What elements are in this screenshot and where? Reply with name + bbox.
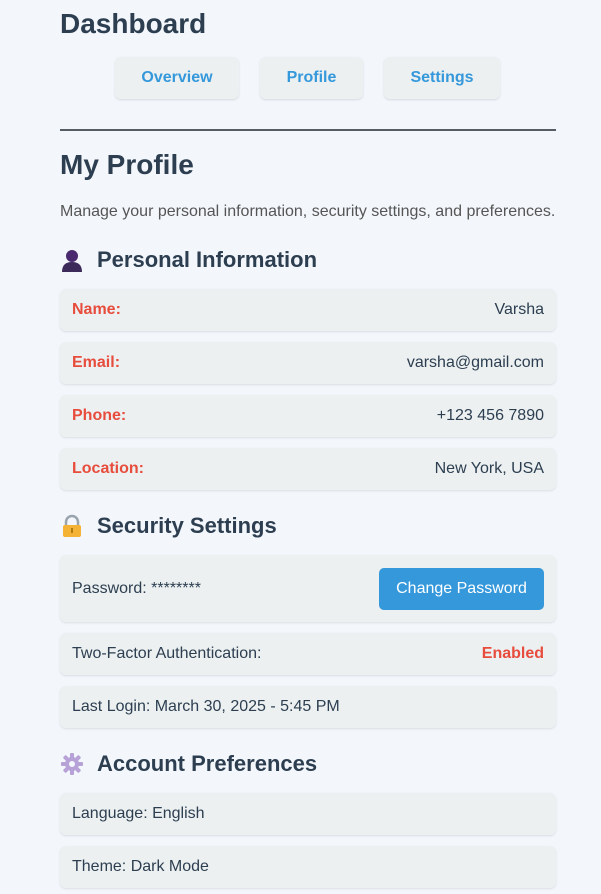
field-value: Varsha xyxy=(494,301,544,318)
divider xyxy=(60,129,556,131)
nav-settings-button[interactable]: Settings xyxy=(384,57,500,99)
field-value: varsha@gmail.com xyxy=(406,354,544,371)
info-row-location: Location: New York, USA xyxy=(60,448,556,490)
info-row-name: Name: Varsha xyxy=(60,289,556,331)
nav-profile-button[interactable]: Profile xyxy=(260,57,363,99)
nav-overview-button[interactable]: Overview xyxy=(115,57,239,99)
last-login-text: Last Login: March 30, 2025 - 5:45 PM xyxy=(72,698,340,715)
person-icon xyxy=(60,248,84,272)
field-label: Name: xyxy=(72,301,121,318)
password-text: Password: ******** xyxy=(72,579,201,597)
two-factor-label: Two-Factor Authentication: xyxy=(72,645,262,662)
section-title: Account Preferences xyxy=(97,751,318,776)
personal-info-heading: Personal Information xyxy=(60,245,317,275)
last-login-row: Last Login: March 30, 2025 - 5:45 PM xyxy=(60,686,556,728)
lock-icon xyxy=(60,514,84,538)
field-value: +123 456 7890 xyxy=(436,407,544,424)
language-text: Language: English xyxy=(72,805,205,822)
language-row: Language: English xyxy=(60,793,556,835)
change-password-button[interactable]: Change Password xyxy=(379,567,544,610)
field-label: Location: xyxy=(72,460,144,477)
field-value: New York, USA xyxy=(434,460,544,477)
page-title: My Profile xyxy=(60,149,194,180)
field-label: Phone: xyxy=(72,407,127,424)
status-badge: Enabled xyxy=(481,645,544,662)
account-preferences-heading: Account Preferences xyxy=(60,749,317,779)
security-settings-heading: Security Settings xyxy=(60,511,277,541)
two-factor-row: Two-Factor Authentication: Enabled xyxy=(60,633,556,675)
section-title: Security Settings xyxy=(97,513,277,538)
info-row-email: Email: varsha@gmail.com xyxy=(60,342,556,384)
password-row: Password: ******** Change Password xyxy=(60,555,556,622)
theme-row: Theme: Dark Mode xyxy=(60,846,556,888)
dashboard-title: Dashboard xyxy=(60,8,207,39)
field-label: Email: xyxy=(72,354,121,371)
info-row-phone: Phone: +123 456 7890 xyxy=(60,395,556,437)
theme-text: Theme: Dark Mode xyxy=(72,858,209,875)
section-title: Personal Information xyxy=(97,247,318,272)
top-nav: Overview Profile Settings xyxy=(60,57,556,100)
page-subtitle: Manage your personal information, securi… xyxy=(60,203,556,220)
gear-icon xyxy=(60,752,84,776)
